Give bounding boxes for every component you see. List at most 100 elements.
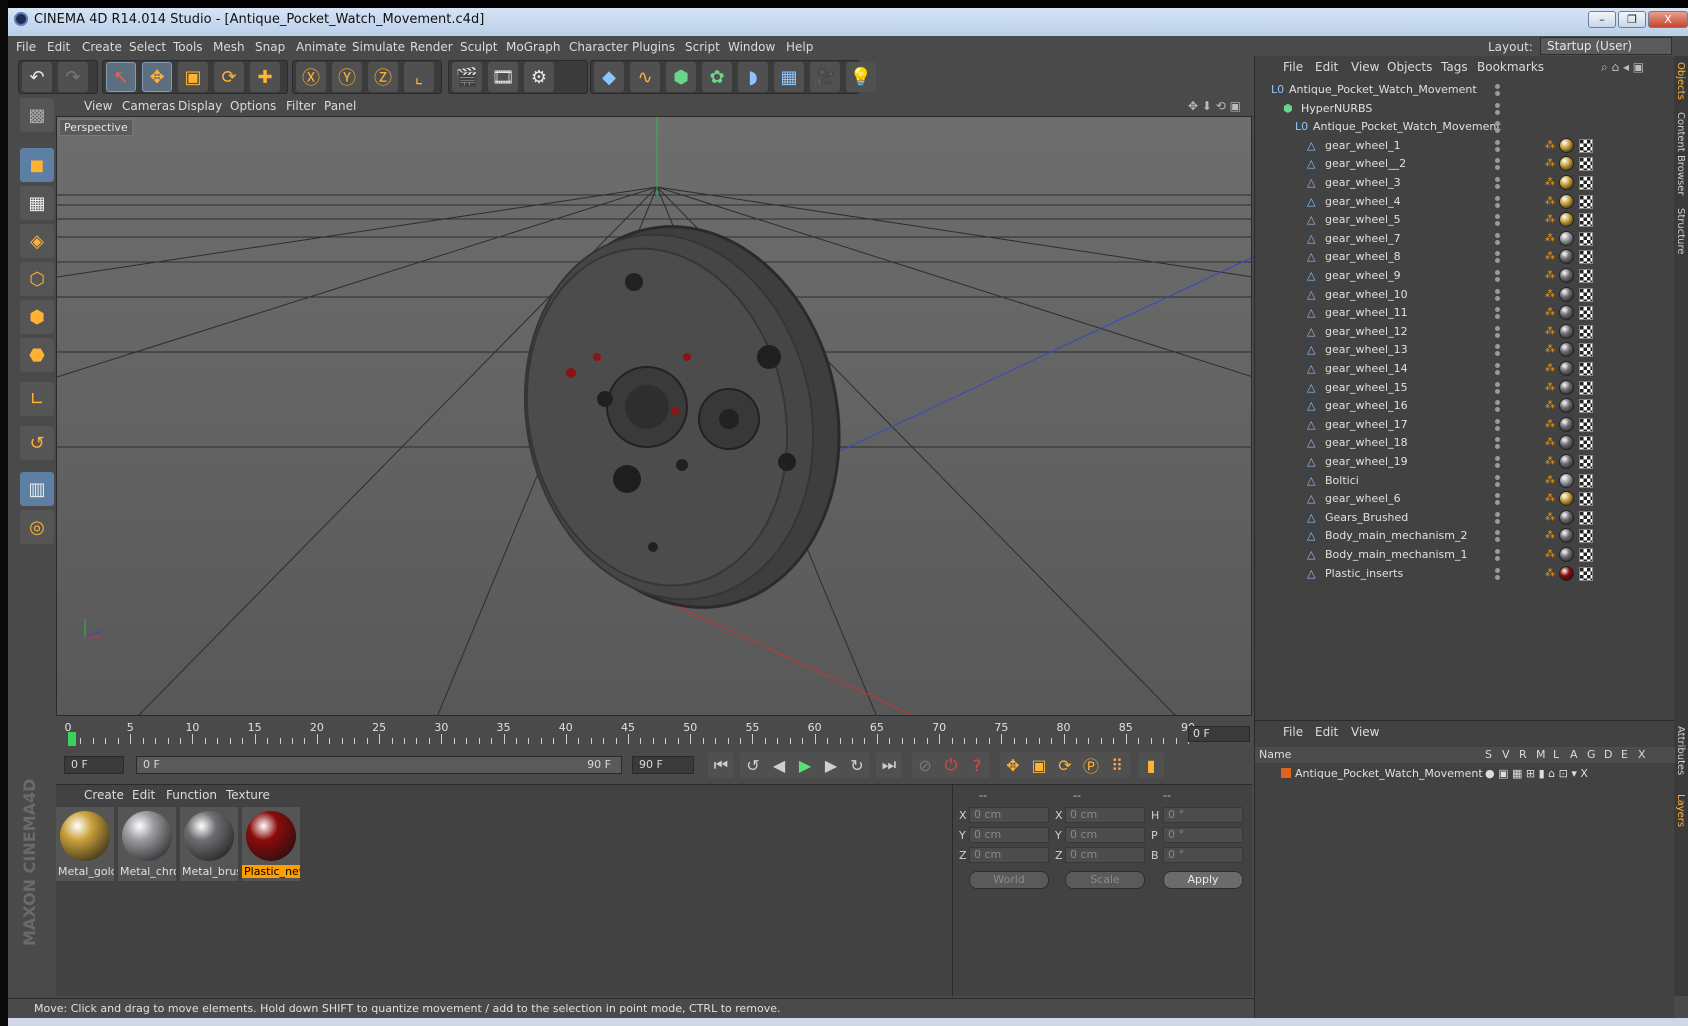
material-tag-icon[interactable] (1559, 193, 1574, 209)
visibility-toggle-icon[interactable] (1495, 400, 1505, 413)
workplane-mode-icon[interactable]: ◈ (20, 224, 54, 258)
object-menu-file[interactable]: File (1283, 60, 1303, 74)
layer-col-render[interactable]: R (1519, 748, 1527, 761)
z-axis-icon[interactable]: Ⓩ (368, 62, 398, 92)
visibility-toggle-icon[interactable] (1495, 437, 1505, 450)
material-tag-icon[interactable] (1559, 491, 1574, 507)
menu-snap[interactable]: Snap (255, 40, 285, 54)
material-tag-icon[interactable] (1559, 528, 1574, 544)
record-keys-icon[interactable]: ⊘ (912, 752, 938, 778)
visibility-toggle-icon[interactable] (1495, 456, 1505, 468)
tab-objects[interactable]: Objects (1675, 62, 1686, 100)
undo-icon[interactable]: ↶ (22, 62, 52, 92)
coordinate-system-icon[interactable]: ⌞ (404, 62, 434, 92)
uvw-tag-icon[interactable] (1579, 492, 1593, 507)
object-menu-objects[interactable]: Objects (1387, 60, 1432, 74)
record-position-icon[interactable]: ✥ (1000, 752, 1026, 778)
visibility-toggle-icon[interactable] (1495, 493, 1505, 506)
tab-layers[interactable]: Layers (1675, 794, 1686, 827)
object-row[interactable]: △ gear_wheel_7 ⁂ (1255, 229, 1675, 249)
object-search-icon[interactable]: ⌕ ⌂ ◂ ▣ (1601, 60, 1644, 75)
layer-toggle-icons[interactable]: ● ▣ ▦ ⊞ ▮ ⌂ ⊡ ▾ X (1485, 767, 1588, 780)
layer-col-view[interactable]: V (1502, 748, 1510, 761)
tweak-mode-icon[interactable]: ↺ (20, 426, 54, 460)
menu-select[interactable]: Select (129, 40, 166, 54)
visibility-toggle-icon[interactable] (1495, 418, 1505, 431)
record-parameter-icon[interactable]: Ⓟ (1078, 752, 1104, 778)
phong-tag-icon[interactable]: ⁂ (1545, 437, 1555, 449)
phong-tag-icon[interactable]: ⁂ (1545, 251, 1555, 263)
menu-tools[interactable]: Tools (173, 40, 203, 54)
viewport-menu-cameras[interactable]: Cameras (122, 99, 175, 113)
mograph-cloner-icon[interactable]: ✿ (702, 62, 732, 92)
menu-script[interactable]: Script (685, 40, 720, 54)
phong-tag-icon[interactable]: ⁂ (1545, 456, 1555, 468)
layout-select[interactable]: Startup (User) (1540, 37, 1672, 55)
material-tag-icon[interactable] (1559, 342, 1574, 358)
object-row[interactable]: △ gear_wheel_10 ⁂ (1255, 285, 1675, 305)
menu-character[interactable]: Character (569, 40, 628, 54)
material-menu-create[interactable]: Create (84, 788, 124, 802)
object-row[interactable]: △ gear_wheel_15 ⁂ (1255, 378, 1675, 398)
visibility-toggle-icon[interactable] (1495, 530, 1505, 543)
uvw-tag-icon[interactable] (1579, 306, 1593, 321)
viewport-navigation-icon[interactable]: ✥ ⬇ ⟲ ▣ (1188, 99, 1241, 113)
object-row[interactable]: △ Boltici ⁂ (1255, 471, 1675, 491)
phong-tag-icon[interactable]: ⁂ (1545, 270, 1555, 282)
tab-structure[interactable]: Structure (1675, 208, 1686, 255)
previous-frame-icon[interactable]: ◀ (766, 752, 792, 778)
material-swatch[interactable]: Metal_chro (118, 807, 176, 881)
spline-pen-icon[interactable]: ∿ (630, 62, 660, 92)
phong-tag-icon[interactable]: ⁂ (1545, 214, 1555, 226)
minimize-button[interactable]: – (1588, 11, 1616, 28)
material-tag-icon[interactable] (1559, 230, 1574, 246)
object-row[interactable]: △ gear_wheel_11 ⁂ (1255, 303, 1675, 323)
record-rotation-icon[interactable]: ⟳ (1052, 752, 1078, 778)
previous-keyframe-icon[interactable]: ↺ (740, 752, 766, 778)
visibility-toggle-icon[interactable] (1495, 214, 1505, 227)
phong-tag-icon[interactable]: ⁂ (1545, 549, 1555, 561)
redo-icon[interactable]: ↷ (58, 62, 88, 92)
light-icon[interactable]: 💡 (846, 62, 876, 92)
viewport-menu-display[interactable]: Display (178, 99, 222, 113)
uvw-tag-icon[interactable] (1579, 324, 1593, 339)
layer-col-xref[interactable]: X (1638, 748, 1646, 761)
rotate-tool-icon[interactable]: ⟳ (214, 62, 244, 92)
material-tag-icon[interactable] (1559, 156, 1574, 172)
material-tag-icon[interactable] (1559, 268, 1574, 283)
material-tag-icon[interactable] (1559, 305, 1574, 321)
rotation-h-field[interactable]: 0 ° (1163, 807, 1243, 823)
material-menu-texture[interactable]: Texture (226, 788, 270, 802)
render-view-icon[interactable]: 🎬 (452, 62, 482, 92)
y-axis-icon[interactable]: Ⓨ (332, 62, 362, 92)
x-axis-icon[interactable]: Ⓧ (296, 62, 326, 92)
material-swatch-selected[interactable]: Plastic_new (242, 807, 300, 881)
visibility-toggle-icon[interactable] (1495, 251, 1505, 264)
object-menu-tags[interactable]: Tags (1441, 60, 1468, 74)
visibility-toggle-icon[interactable] (1495, 139, 1505, 152)
material-tag-icon[interactable] (1559, 416, 1574, 432)
material-tag-icon[interactable] (1559, 323, 1574, 339)
maximize-button[interactable]: ❐ (1618, 11, 1646, 28)
layer-col-locked[interactable]: L (1553, 748, 1559, 761)
uvw-tag-icon[interactable] (1579, 399, 1593, 414)
material-tag-icon[interactable] (1559, 249, 1574, 265)
material-tag-icon[interactable] (1559, 398, 1574, 414)
object-row[interactable]: L0 Antique_Pocket_Watch_Movement (1255, 80, 1675, 100)
object-row[interactable]: △ Plastic_inserts ⁂ (1255, 564, 1675, 584)
phong-tag-icon[interactable]: ⁂ (1545, 400, 1555, 412)
material-tag-icon[interactable] (1559, 435, 1574, 451)
deformer-icon[interactable]: ◗ (738, 62, 768, 92)
size-y-field[interactable]: 0 cm (1065, 827, 1145, 843)
scale-tool-icon[interactable]: ▣ (178, 62, 208, 92)
viewport-menu-view[interactable]: View (84, 99, 112, 113)
object-row[interactable]: △ gear_wheel_4 ⁂ (1255, 192, 1675, 212)
add-tool-icon[interactable]: ✚ (250, 62, 280, 92)
phong-tag-icon[interactable]: ⁂ (1545, 568, 1555, 580)
rotation-b-field[interactable]: 0 ° (1163, 847, 1243, 863)
render-picture-viewer-icon[interactable]: 🎞 (488, 62, 518, 92)
visibility-toggle-icon[interactable] (1495, 325, 1505, 338)
object-row[interactable]: △ gear_wheel_17 ⁂ (1255, 415, 1675, 435)
go-to-end-icon[interactable]: ⏭ (876, 752, 902, 778)
object-row[interactable]: △ Gears_Brushed ⁂ (1255, 508, 1675, 528)
